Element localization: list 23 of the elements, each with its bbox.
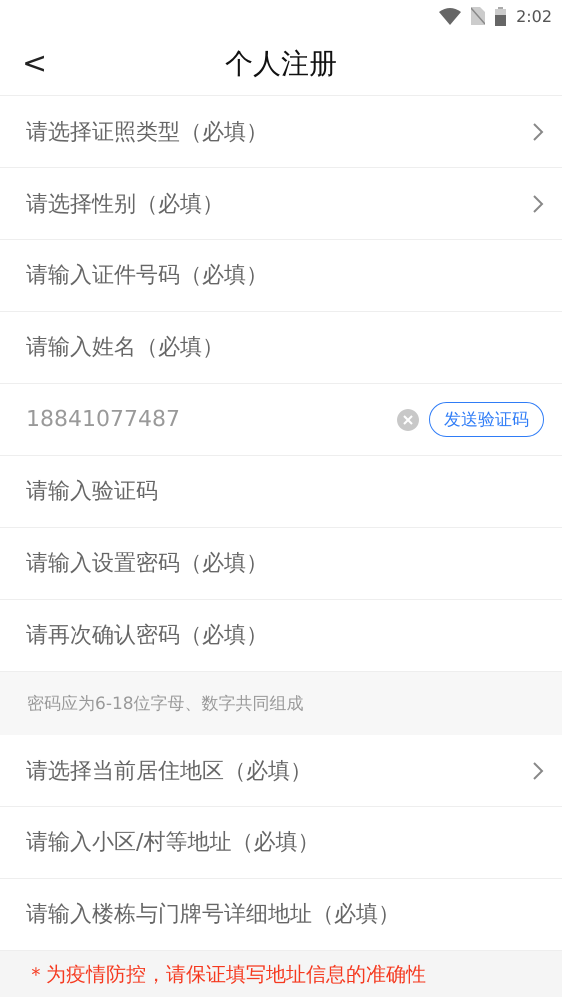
send-code-button[interactable]: 发送验证码 <box>429 402 544 437</box>
input-field[interactable]: 请输入小区/村等地址（必填） <box>26 822 544 862</box>
status-time: 2:02 <box>516 6 552 26</box>
chevron-right-icon <box>532 194 544 214</box>
input-field[interactable]: 请再次确认密码（必填） <box>26 616 544 656</box>
input-field[interactable]: 请输入设置密码（必填） <box>26 544 544 584</box>
select-field[interactable]: 请选择性别（必填） <box>26 168 544 239</box>
select-field[interactable]: 请选择证照类型（必填） <box>26 96 544 167</box>
chevron-right-icon <box>532 760 544 780</box>
password-hint: 密码应为6-18位字母、数字共同组成 <box>27 693 304 715</box>
input-field[interactable]: 请输入验证码 <box>26 472 544 512</box>
chevron-right-icon <box>532 122 544 142</box>
no-sim-icon <box>471 7 486 25</box>
input-field[interactable]: 请输入姓名（必填） <box>26 328 544 368</box>
input-field[interactable]: 请输入楼栋与门牌号详细地址（必填） <box>26 894 544 934</box>
notice-text: ＊为疫情防控，请保证填写地址信息的准确性 <box>26 960 426 988</box>
page-title: 个人注册 <box>225 46 337 82</box>
wifi-icon <box>439 8 462 24</box>
back-button[interactable]: < <box>16 46 54 81</box>
input-field[interactable]: 请输入证件号码（必填） <box>26 256 544 296</box>
battery-icon <box>495 6 506 26</box>
select-field[interactable]: 请选择当前居住地区（必填） <box>26 735 544 806</box>
clear-icon[interactable] <box>397 408 419 430</box>
